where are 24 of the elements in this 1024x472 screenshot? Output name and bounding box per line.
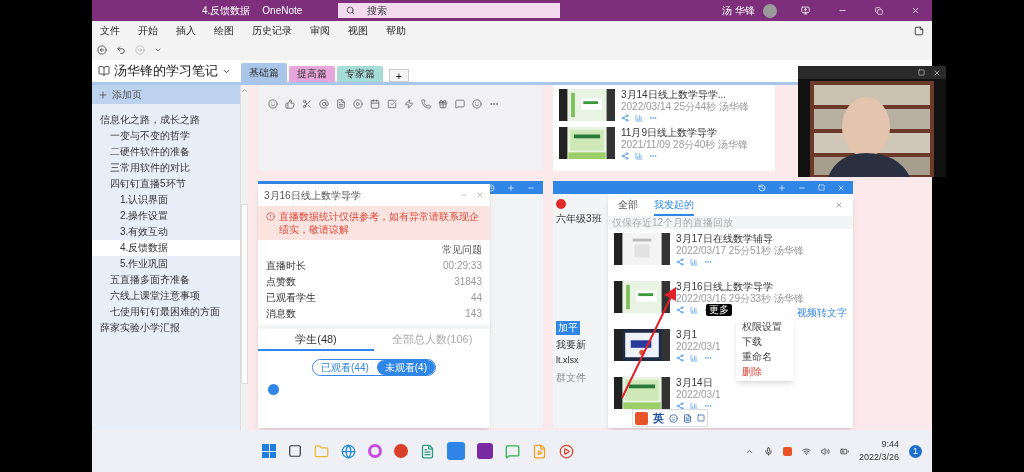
replay-meta: 2021/11/09 28分40秒 汤华锋 xyxy=(621,139,749,151)
chat-avatar: 加平 xyxy=(556,321,580,335)
stat-label: 消息数 xyxy=(266,306,296,321)
stat-label: 已观看学生 xyxy=(266,290,316,305)
replay-meta: 2022/03/16 29分33秒 汤华锋 xyxy=(676,293,804,305)
user-name: 汤 华锋 xyxy=(722,4,755,18)
replay-meta: 2022/03/1 xyxy=(676,341,721,353)
tooltip: 更多 xyxy=(706,304,732,316)
stat-value: 31843 xyxy=(454,274,482,289)
replay-meta: 2022/03/14 25分44秒 汤华锋 xyxy=(621,101,749,113)
app-name: OneNote xyxy=(262,4,303,18)
hint-bar: 仅保存近12个月的直播回放 xyxy=(608,216,853,229)
notice-text: 直播数据统计仅供参考，如有异常请联系现企绩实，敬请谅解 xyxy=(279,210,480,236)
chat-message: 我要新 xyxy=(556,338,586,352)
stat-label: 直播时长 xyxy=(266,258,306,273)
stat-value: 44 xyxy=(470,290,482,305)
stat-value: 00:29:33 xyxy=(443,258,482,273)
replay-meta: 2022/03/1 xyxy=(676,389,721,401)
window-title: 4.反馈数据 xyxy=(202,4,251,18)
dialog-title: 3月16日线上数学导学 xyxy=(264,188,361,203)
replay-meta: 2022/03/17 25分51秒 汤华锋 xyxy=(676,245,804,257)
group-name: 六年级3班 xyxy=(556,212,602,226)
stat-value: 143 xyxy=(465,306,482,321)
stat-label: 点赞数 xyxy=(266,274,296,289)
